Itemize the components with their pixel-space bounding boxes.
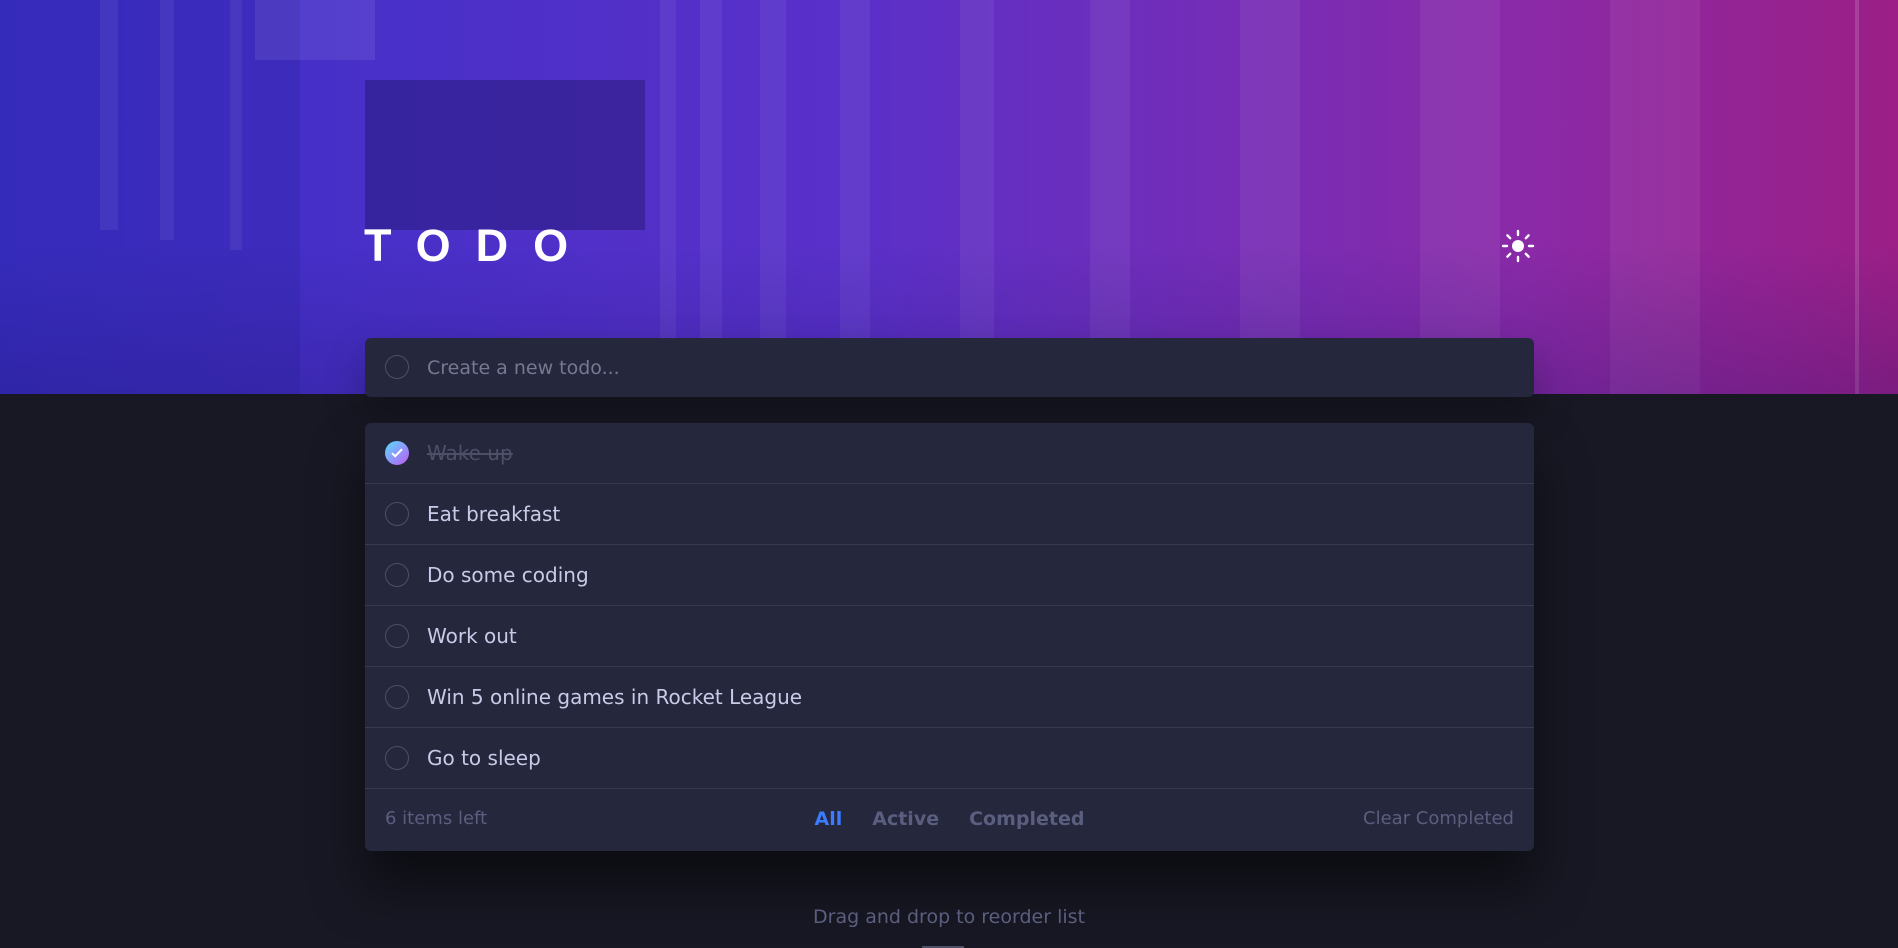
todo-text: Do some coding xyxy=(427,563,589,587)
checked-checkbox[interactable] xyxy=(385,441,409,465)
todo-text: Go to sleep xyxy=(427,746,541,770)
todo-text: Wake up xyxy=(427,441,513,465)
app-title: TODO xyxy=(364,220,594,271)
todo-checkbox[interactable] xyxy=(385,685,409,709)
todo-text: Eat breakfast xyxy=(427,502,561,526)
theme-toggle-button[interactable] xyxy=(1500,228,1536,264)
todo-text: Work out xyxy=(427,624,517,648)
todo-list: Wake up Eat breakfast Do some coding Work o… xyxy=(365,423,1534,851)
todo-checkbox[interactable] xyxy=(385,624,409,648)
filter-all[interactable]: All xyxy=(815,808,843,830)
todo-checkbox[interactable] xyxy=(385,746,409,770)
new-todo-input[interactable] xyxy=(427,338,1507,397)
filter-group: All Active Completed xyxy=(365,789,1534,849)
todo-text: Win 5 online games in Rocket League xyxy=(427,685,803,709)
new-todo-card xyxy=(365,338,1534,397)
filter-active[interactable]: Active xyxy=(872,808,939,830)
todo-item[interactable]: Work out xyxy=(365,606,1534,667)
header-background-image xyxy=(0,0,1898,394)
todo-item[interactable]: Do some coding xyxy=(365,545,1534,606)
todo-item[interactable]: Go to sleep xyxy=(365,728,1534,789)
todo-checkbox[interactable] xyxy=(385,563,409,587)
todo-checkbox[interactable] xyxy=(385,502,409,526)
sun-icon xyxy=(1501,229,1535,263)
todo-item[interactable]: Wake up xyxy=(365,423,1534,484)
drag-drop-hint: Drag and drop to reorder list xyxy=(813,906,1085,928)
todo-item[interactable]: Win 5 online games in Rocket League xyxy=(365,667,1534,728)
filter-completed[interactable]: Completed xyxy=(969,808,1084,830)
clear-completed-button[interactable]: Clear Completed xyxy=(1363,789,1514,849)
new-todo-circle-icon[interactable] xyxy=(385,355,409,379)
todo-item[interactable]: Eat breakfast xyxy=(365,484,1534,545)
items-left-count: 6 items left xyxy=(385,808,488,829)
check-icon xyxy=(391,448,403,458)
todo-footer: 6 items left All Active Completed Clear … xyxy=(365,789,1534,850)
